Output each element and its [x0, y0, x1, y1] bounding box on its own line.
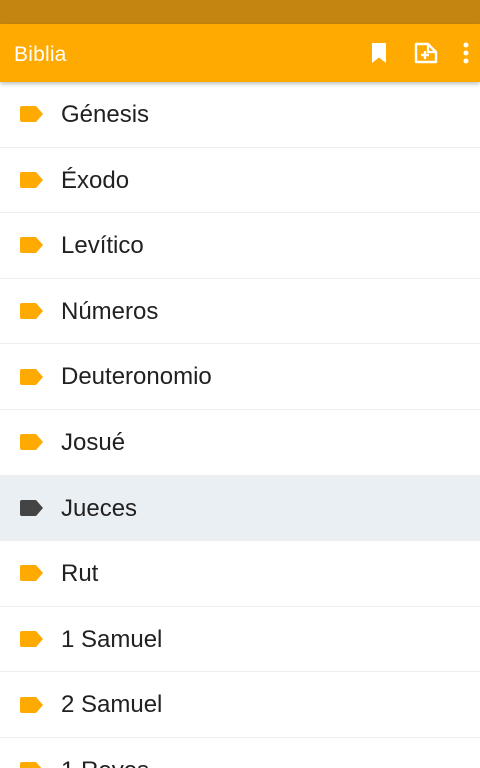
book-name: Deuteronomio	[61, 363, 212, 391]
label-tag-icon	[20, 631, 43, 648]
book-name: Rut	[61, 560, 99, 588]
app-bar: Biblia	[0, 24, 480, 82]
add-note-icon	[414, 42, 438, 64]
label-tag-icon	[20, 303, 43, 320]
book-list-item[interactable]: Rut	[0, 541, 480, 607]
label-tag-icon	[20, 106, 43, 123]
book-name: Números	[61, 297, 159, 325]
label-tag-icon	[20, 368, 43, 385]
book-list-item[interactable]: Números	[0, 279, 480, 345]
book-name: Josué	[61, 428, 126, 456]
book-name: 1 Reyes	[61, 738, 149, 768]
label-tag-icon	[20, 434, 43, 451]
more-options-button[interactable]	[456, 24, 476, 82]
add-note-button[interactable]	[410, 24, 442, 82]
book-name: Jueces	[61, 494, 138, 522]
book-name: 2 Samuel	[61, 691, 163, 719]
label-tag-icon	[20, 696, 43, 713]
book-list-item[interactable]: Génesis	[0, 82, 480, 148]
book-list-item[interactable]: 1 Samuel	[0, 607, 480, 673]
label-tag-icon	[20, 565, 43, 582]
label-tag-icon	[20, 499, 43, 516]
status-bar	[0, 0, 480, 24]
label-tag-icon	[20, 762, 42, 768]
book-list-item[interactable]: 1 Reyes	[0, 738, 480, 768]
book-list-item[interactable]: 2 Samuel	[0, 672, 480, 738]
book-name: Éxodo	[61, 166, 130, 194]
book-list-item[interactable]: Éxodo	[0, 148, 480, 214]
book-name: Génesis	[61, 101, 150, 128]
book-list-item[interactable]: Levítico	[0, 213, 480, 279]
book-name: Levítico	[61, 232, 144, 260]
book-list-item[interactable]: Jueces	[0, 475, 480, 542]
book-list-item[interactable]: Deuteronomio	[0, 344, 480, 410]
book-list: Génesis Éxodo Levítico Números Deuteronomio J…	[0, 82, 480, 768]
more-options-icon	[463, 42, 469, 64]
book-list-item[interactable]: Josué	[0, 410, 480, 476]
bookmark-button[interactable]	[364, 24, 394, 82]
app-title: Biblia	[14, 43, 67, 66]
label-tag-icon	[20, 237, 43, 254]
bookmark-icon	[372, 43, 386, 63]
label-tag-icon	[20, 171, 43, 188]
book-name: 1 Samuel	[61, 625, 163, 653]
